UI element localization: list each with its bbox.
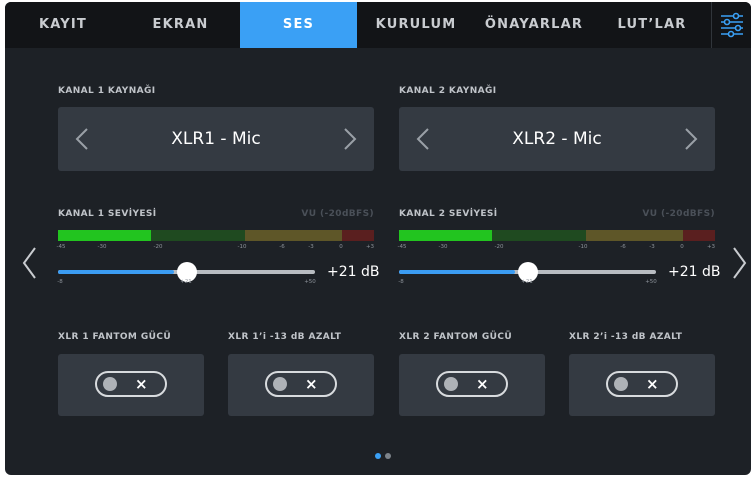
xlr1-phantom-label: XLR 1 FANTOM GÜCÜ bbox=[58, 332, 172, 342]
xlr1-pad-toggle[interactable]: × bbox=[265, 371, 337, 397]
meter-tick: -45 bbox=[56, 244, 66, 250]
page-indicator[interactable] bbox=[385, 453, 391, 459]
meter-tick: -3 bbox=[649, 244, 655, 250]
xlr2-pad-toggle[interactable]: × bbox=[606, 371, 678, 397]
slider-tick: +50 bbox=[645, 279, 657, 285]
slider-tick: -8 bbox=[57, 279, 63, 285]
meter-green-zone bbox=[151, 230, 245, 241]
meter-tick: 0 bbox=[339, 244, 343, 250]
meter-level-segment bbox=[399, 230, 492, 241]
meter-tick: -20 bbox=[153, 244, 163, 250]
channel2-source-label: KANAL 2 KAYNAĞI bbox=[399, 86, 497, 96]
toggle-knob bbox=[103, 377, 117, 391]
toggle-knob bbox=[273, 377, 287, 391]
channel1-source-label: KANAL 1 KAYNAĞI bbox=[58, 86, 156, 96]
tab-kurulum[interactable]: KURULUM bbox=[357, 2, 475, 48]
channel2-gain-value: +21 dB bbox=[668, 264, 721, 280]
page-indicator-active[interactable] bbox=[375, 453, 381, 459]
meter-tick: +3 bbox=[365, 244, 375, 250]
meter-yellow-zone bbox=[586, 230, 683, 241]
chevron-left-icon[interactable] bbox=[20, 245, 38, 281]
meter-level-segment bbox=[58, 230, 151, 241]
tab-bar: KAYIT EKRAN SES KURULUM ÖNAYARLAR LUT’LA… bbox=[5, 2, 751, 48]
meter-tick: 0 bbox=[680, 244, 684, 250]
toggle-knob bbox=[614, 377, 628, 391]
xlr1-pad-label: XLR 1’i -13 dB AZALT bbox=[228, 332, 342, 342]
xlr1-phantom-card: × bbox=[58, 354, 204, 416]
xlr2-pad-card: × bbox=[569, 354, 715, 416]
meter-yellow-zone bbox=[245, 230, 342, 241]
chevron-right-icon[interactable] bbox=[678, 127, 702, 151]
close-icon: × bbox=[646, 375, 659, 393]
xlr2-pad-label: XLR 2’i -13 dB AZALT bbox=[569, 332, 683, 342]
channel2-source-selector: XLR2 - Mic bbox=[399, 107, 715, 171]
meter-tick: -45 bbox=[397, 244, 407, 250]
audio-settings-screen: KAYIT EKRAN SES KURULUM ÖNAYARLAR LUT’LA… bbox=[5, 2, 751, 475]
tab-kayit[interactable]: KAYIT bbox=[5, 2, 121, 48]
meter-tick: -6 bbox=[620, 244, 626, 250]
channel1-vu-label: VU (-20dBFS) bbox=[301, 209, 374, 219]
close-icon: × bbox=[476, 375, 489, 393]
meter-tick: -30 bbox=[97, 244, 107, 250]
meter-tick: -30 bbox=[438, 244, 448, 250]
chevron-right-icon[interactable] bbox=[337, 127, 361, 151]
tab-lutlar[interactable]: LUT’LAR bbox=[593, 2, 711, 48]
menu-button[interactable] bbox=[711, 2, 751, 48]
xlr2-phantom-card: × bbox=[399, 354, 545, 416]
tab-ekran[interactable]: EKRAN bbox=[121, 2, 240, 48]
channel1-level-label: KANAL 1 SEVİYESİ bbox=[58, 209, 157, 219]
xlr1-phantom-toggle[interactable]: × bbox=[95, 371, 167, 397]
xlr2-phantom-label: XLR 2 FANTOM GÜCÜ bbox=[399, 332, 513, 342]
channel1-source-selector: XLR1 - Mic bbox=[58, 107, 374, 171]
slider-tick: +21 bbox=[180, 279, 192, 285]
meter-tick: -20 bbox=[494, 244, 504, 250]
meter-green-zone bbox=[492, 230, 586, 241]
channel2-vu-label: VU (-20dBFS) bbox=[642, 209, 715, 219]
meter-red-zone bbox=[683, 230, 715, 241]
channel2-source-value: XLR2 - Mic bbox=[512, 129, 602, 149]
channel1-audio-meter bbox=[58, 230, 374, 241]
toggle-knob bbox=[444, 377, 458, 391]
xlr1-pad-card: × bbox=[228, 354, 374, 416]
slider-tick: +50 bbox=[304, 279, 316, 285]
slider-fill bbox=[58, 270, 174, 274]
close-icon: × bbox=[305, 375, 318, 393]
channel2-level-label: KANAL 2 SEVİYESİ bbox=[399, 209, 498, 219]
channel1-source-value: XLR1 - Mic bbox=[171, 129, 261, 149]
slider-fill bbox=[399, 270, 515, 274]
xlr2-phantom-toggle[interactable]: × bbox=[436, 371, 508, 397]
tab-ses[interactable]: SES bbox=[240, 2, 357, 48]
meter-tick: +3 bbox=[706, 244, 716, 250]
meter-red-zone bbox=[342, 230, 374, 241]
meter-tick: -10 bbox=[578, 244, 588, 250]
meter-tick: -3 bbox=[308, 244, 314, 250]
channel1-gain-value: +21 dB bbox=[327, 264, 380, 280]
meter-tick: -10 bbox=[237, 244, 247, 250]
meter-tick: -6 bbox=[279, 244, 285, 250]
slider-tick: +21 bbox=[521, 279, 533, 285]
tab-onayarlar[interactable]: ÖNAYARLAR bbox=[475, 2, 593, 48]
chevron-right-icon[interactable] bbox=[731, 245, 749, 281]
channel2-audio-meter bbox=[399, 230, 715, 241]
slider-tick: -8 bbox=[398, 279, 404, 285]
close-icon: × bbox=[135, 375, 148, 393]
sliders-icon bbox=[721, 12, 743, 38]
